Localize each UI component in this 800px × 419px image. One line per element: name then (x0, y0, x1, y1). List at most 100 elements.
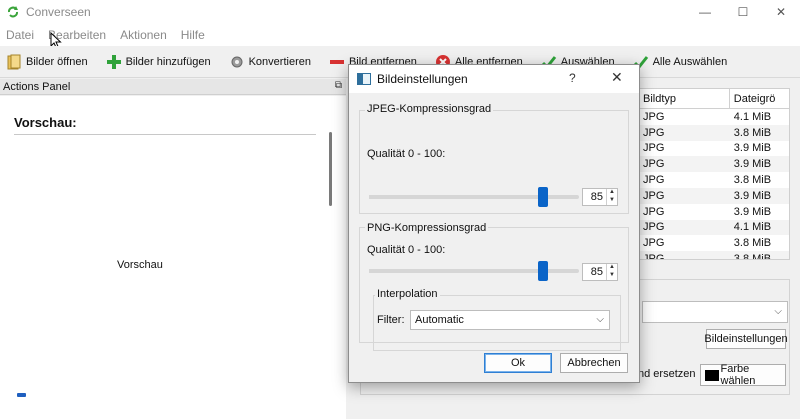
preview-divider (14, 134, 316, 135)
select-all-button[interactable]: Alle Auswählen (627, 48, 734, 76)
jpeg-slider-fill (369, 195, 543, 199)
dialog-app-icon (357, 73, 371, 85)
cell-file-size: 4.1 MiB (733, 110, 772, 123)
cell-image-type: JPG (643, 205, 665, 218)
table-row[interactable]: JPG 3.9 MiB (639, 141, 789, 157)
table-row[interactable]: JPG 3.8 MiB (639, 235, 789, 251)
ok-button[interactable]: Ok (484, 353, 552, 373)
cell-file-size: 3.9 MiB (733, 205, 772, 218)
jpeg-slider-handle[interactable] (538, 187, 548, 207)
table-header-row: Bildtyp Dateigrö (639, 89, 789, 109)
menu-datei[interactable]: Datei (6, 28, 34, 42)
cell-file-size: 3.9 MiB (733, 189, 772, 202)
jpeg-group-title: JPEG-Kompressionsgrad (365, 103, 494, 115)
jpeg-quality-slider[interactable] (369, 187, 579, 207)
png-quality-slider[interactable] (369, 261, 579, 281)
filter-dropdown[interactable]: Automatic ⌵ (410, 310, 610, 330)
table-row[interactable]: JPG 4.1 MiB (639, 109, 789, 125)
png-quality-value: 85 (590, 266, 603, 278)
dialog-titlebar: Bildeinstellungen ? ✕ (349, 65, 639, 93)
filter-value: Automatic (415, 314, 464, 326)
help-icon[interactable]: ? (569, 71, 576, 85)
png-slider-handle[interactable] (538, 261, 548, 281)
spin-down-icon[interactable]: ▼ (607, 197, 617, 205)
window-title: Converseen (26, 5, 91, 19)
dialog-title: Bildeinstellungen (377, 72, 468, 86)
spin-up-icon[interactable]: ▲ (607, 264, 617, 272)
replace-label: nd ersetzen (638, 368, 696, 380)
column-header-size[interactable]: Dateigrö (730, 89, 789, 108)
cancel-button[interactable]: Abbrechen (560, 353, 628, 373)
actions-panel-header: Actions Panel ⧉ (0, 79, 346, 95)
table-row[interactable]: JPG 3.9 MiB (639, 156, 789, 173)
dialog-close-icon[interactable]: ✕ (611, 69, 623, 86)
table-row[interactable]: JPG 3.9 MiB (639, 187, 789, 204)
table-row[interactable]: JPG 3.8 MiB (639, 124, 789, 141)
menu-hilfe[interactable]: Hilfe (181, 28, 205, 42)
maximize-button[interactable]: ☐ (724, 0, 762, 24)
color-swatch (705, 369, 719, 381)
add-images-icon (106, 54, 121, 69)
table-row[interactable]: JPG 4.1 MiB (639, 219, 789, 236)
interpolation-group-title: Interpolation (375, 288, 440, 300)
cell-image-type: JPG (643, 126, 665, 139)
table-row[interactable]: JPG 3.9 MiB (639, 204, 789, 220)
cell-image-type: JPG (643, 237, 665, 250)
spin-down-icon[interactable]: ▼ (607, 272, 617, 280)
open-images-button[interactable]: Bilder öffnen (0, 48, 94, 76)
jpeg-quality-spinbox[interactable]: 85 ▲ ▼ (582, 188, 618, 206)
preview-placeholder: Vorschau (117, 259, 163, 271)
cell-image-type: JPG (643, 142, 665, 155)
actions-panel-title: Actions Panel (3, 80, 71, 93)
float-panel-icon[interactable]: ⧉ (335, 80, 342, 91)
jpeg-quality-label: Qualität 0 - 100: (367, 148, 446, 160)
cell-image-type: JPG (643, 110, 665, 123)
cell-file-size: 3.9 MiB (733, 158, 772, 171)
choose-color-button[interactable]: Farbe wählen (700, 363, 786, 387)
choose-color-label: Farbe wählen (720, 363, 756, 387)
cell-file-size: 3.8 MiB (733, 253, 772, 260)
image-settings-dialog: Bildeinstellungen ? ✕ JPEG-Kompressionsg… (348, 64, 640, 383)
cell-image-type: JPG (643, 158, 665, 171)
select-all-label: Alle Auswählen (652, 55, 728, 68)
file-table: Bildtyp Dateigrö JPG 4.1 MiB JPG 3.8 MiB JPG… (638, 88, 790, 260)
converseen-logo-icon (8, 6, 18, 18)
remove-image-icon (329, 59, 344, 64)
actions-panel: Vorschau: Vorschau (0, 96, 346, 419)
open-images-icon (7, 54, 21, 69)
cell-file-size: 3.8 MiB (733, 174, 772, 187)
menu-aktionen[interactable]: Aktionen (120, 28, 167, 42)
convert-gear-icon (231, 56, 243, 67)
panel-scrollbar[interactable] (329, 132, 332, 206)
cell-image-type: JPG (643, 174, 665, 187)
png-group-title: PNG-Kompressionsgrad (365, 222, 489, 234)
cell-file-size: 4.1 MiB (733, 221, 772, 234)
jpeg-quality-value: 85 (590, 191, 603, 203)
add-images-button[interactable]: Bilder hinzufügen (100, 48, 217, 76)
blue-marker (17, 393, 26, 397)
column-header-type[interactable]: Bildtyp (639, 89, 730, 108)
add-images-label: Bilder hinzufügen (125, 55, 211, 68)
convert-label: Konvertieren (248, 55, 311, 68)
open-images-label: Bilder öffnen (26, 55, 88, 68)
cell-image-type: JPG (643, 221, 665, 234)
table-row[interactable]: JPG 3.8 MiB (639, 172, 789, 188)
chevron-down-icon: ⌵ (774, 306, 782, 317)
cell-image-type: JPG (643, 189, 665, 202)
close-window-button[interactable]: ✕ (762, 0, 800, 24)
window-titlebar: Converseen — ☐ ✕ (0, 0, 800, 24)
preview-heading: Vorschau: (14, 115, 77, 130)
spin-up-icon[interactable]: ▲ (607, 189, 617, 197)
cell-file-size: 3.8 MiB (733, 237, 772, 250)
image-settings-button[interactable]: Bildeinstellungen (704, 329, 788, 349)
cell-file-size: 3.8 MiB (733, 126, 772, 139)
format-dropdown[interactable]: ⌵ (642, 301, 788, 323)
png-slider-fill (369, 269, 543, 273)
png-quality-spinbox[interactable]: 85 ▲ ▼ (582, 263, 618, 281)
minimize-button[interactable]: — (686, 0, 724, 24)
table-row[interactable]: JPG 3.8 MiB (639, 251, 789, 260)
menu-bar: Datei Bearbeiten Aktionen Hilfe (0, 24, 800, 50)
cell-image-type: JPG (643, 253, 665, 260)
convert-button[interactable]: Konvertieren (223, 48, 317, 76)
png-quality-label: Qualität 0 - 100: (367, 244, 446, 256)
